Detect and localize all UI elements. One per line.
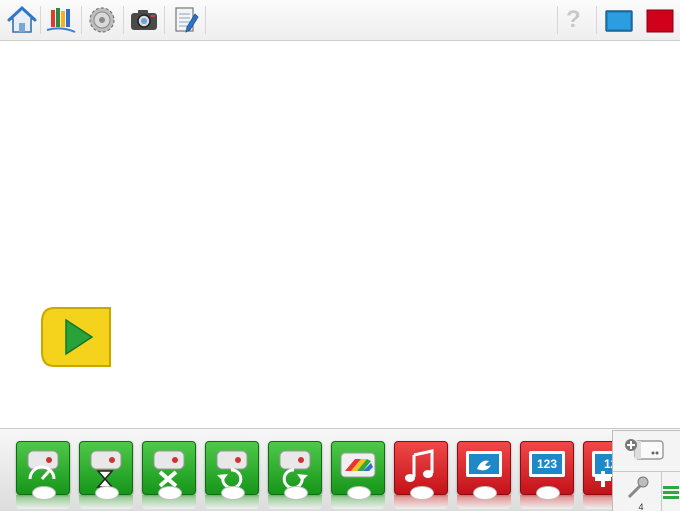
display-add-label: 12 <box>604 457 612 471</box>
gears-icon <box>89 7 115 33</box>
start-block[interactable] <box>40 306 114 368</box>
play-icon <box>41 307 111 367</box>
motor-time-block[interactable] <box>78 441 134 511</box>
light-color-block[interactable] <box>330 441 386 511</box>
play-sound-block[interactable] <box>393 441 449 511</box>
settings-button[interactable] <box>86 4 118 36</box>
display-button[interactable] <box>603 4 635 36</box>
device-panel: 4 <box>612 430 680 512</box>
motor-counterclockwise-block[interactable] <box>204 441 260 511</box>
help-button[interactable]: ? <box>562 4 590 36</box>
home-button[interactable] <box>6 4 38 36</box>
question-mark-icon: ? <box>566 6 581 33</box>
motor-stop-block[interactable] <box>141 441 197 511</box>
hub-add-icon <box>625 439 664 460</box>
motor-clockwise-block[interactable] <box>267 441 323 511</box>
sound-level-indicator <box>663 486 679 500</box>
notes-button[interactable] <box>170 4 202 36</box>
books-icon <box>46 8 76 33</box>
camera-button[interactable] <box>128 4 160 36</box>
microphone-icon <box>627 476 649 499</box>
motor-power-block[interactable] <box>15 441 71 511</box>
notepad-pencil-icon <box>175 7 199 33</box>
house-icon <box>7 5 37 33</box>
display-number-block[interactable]: 123 <box>519 441 575 511</box>
hub-connection[interactable] <box>613 431 680 472</box>
red-square-icon <box>646 9 674 33</box>
stop-button[interactable] <box>644 4 676 36</box>
camera-icon <box>131 10 157 30</box>
documentation-button[interactable] <box>45 4 77 36</box>
display-number-label: 123 <box>536 457 558 471</box>
blue-screen-icon <box>605 10 633 32</box>
programming-canvas[interactable] <box>0 41 680 427</box>
port-label: 4 <box>638 502 644 512</box>
display-image-block[interactable] <box>456 441 512 511</box>
top-toolbar: ? <box>0 0 680 41</box>
add-to-display-block[interactable]: 12 <box>582 441 612 511</box>
block-palette: 123 12 <box>0 428 680 511</box>
